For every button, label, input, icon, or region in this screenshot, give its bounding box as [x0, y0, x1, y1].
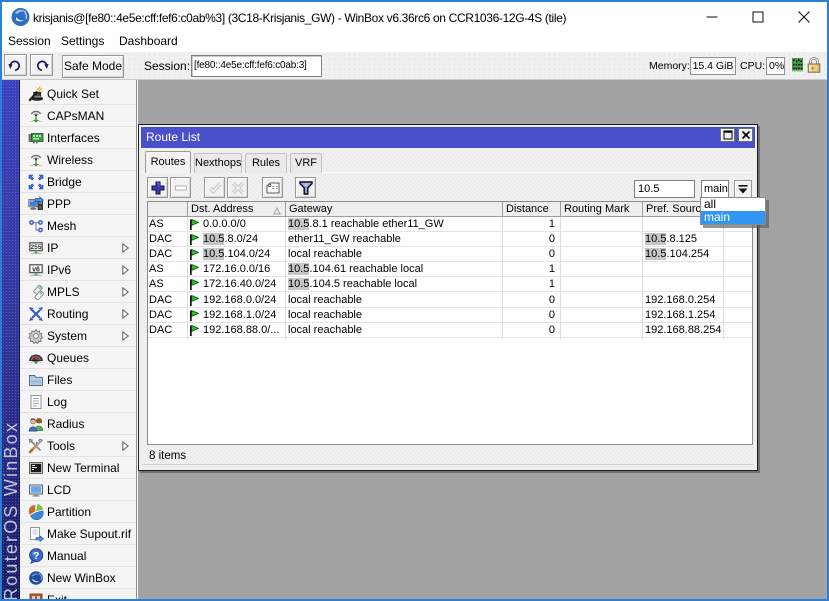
svg-text:v6: v6 — [32, 266, 40, 273]
svg-text:?: ? — [33, 550, 39, 562]
svg-text:255: 255 — [30, 244, 41, 251]
